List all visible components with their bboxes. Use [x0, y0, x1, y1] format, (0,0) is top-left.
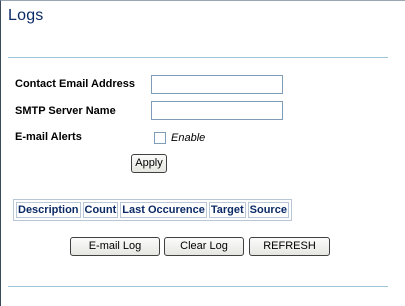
col-source: Source: [247, 202, 289, 218]
enable-alerts-checkbox[interactable]: [154, 132, 166, 144]
log-table-header-row: Description Count Last Occurence Target …: [16, 202, 289, 218]
smtp-server-input[interactable]: [151, 101, 283, 120]
page-title: Logs: [8, 7, 44, 24]
col-last-occurence: Last Occurence: [120, 202, 207, 218]
footer-divider: [8, 286, 388, 287]
col-description: Description: [16, 202, 81, 218]
logs-page: Logs Contact Email Address SMTP Server N…: [0, 0, 405, 306]
email-alerts-label: E-mail Alerts: [15, 131, 82, 143]
smtp-server-label: SMTP Server Name: [15, 105, 116, 117]
enable-alerts-label: Enable: [171, 132, 206, 144]
email-log-button[interactable]: E-mail Log: [70, 237, 160, 256]
title-divider: [8, 57, 388, 58]
contact-email-input[interactable]: [151, 75, 283, 94]
col-target: Target: [208, 202, 246, 218]
clear-log-button[interactable]: Clear Log: [164, 237, 244, 256]
refresh-button[interactable]: REFRESH: [249, 237, 330, 256]
apply-button[interactable]: Apply: [131, 154, 167, 173]
col-count: Count: [82, 202, 119, 218]
contact-email-label: Contact Email Address: [15, 78, 136, 90]
log-table: Description Count Last Occurence Target …: [13, 199, 292, 221]
